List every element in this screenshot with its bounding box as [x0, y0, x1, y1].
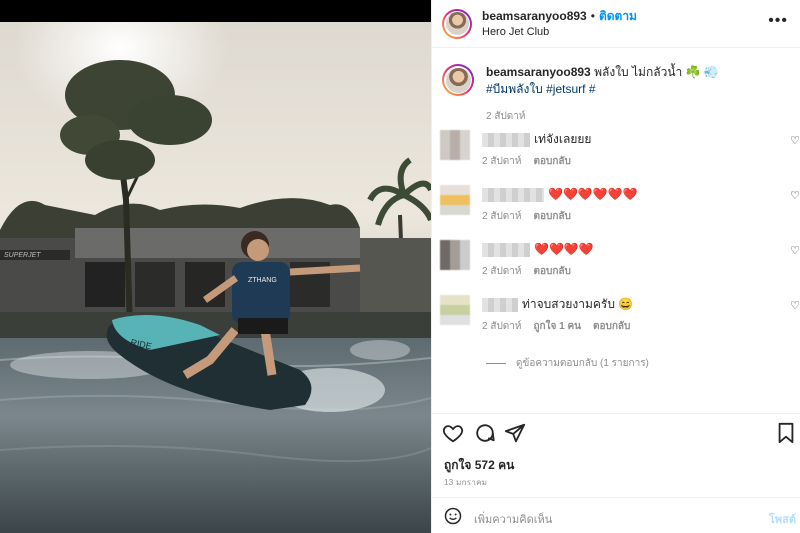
- author-avatar[interactable]: [442, 8, 472, 39]
- likes-count[interactable]: ถูกใจ 572 คน: [444, 456, 514, 475]
- comment-like-icon[interactable]: ♡: [790, 244, 800, 257]
- building-sign: SUPERJET: [4, 252, 41, 259]
- commenter-username[interactable]: [482, 297, 518, 312]
- share-icon[interactable]: [504, 422, 526, 447]
- comment-likes-count[interactable]: ถูกใจ 1 คน: [534, 321, 582, 332]
- caption-hashtags[interactable]: #บีมพลังใบ #jetsurf #: [486, 81, 719, 98]
- comment-text: ❤️❤️❤️❤️❤️❤️: [548, 187, 638, 201]
- comment-like-icon[interactable]: ♡: [790, 299, 800, 312]
- post-header: beamsaranyoo893 • ติดตาม Hero Jet Club •••: [432, 0, 800, 48]
- caption-time[interactable]: 2 สัปดาห์: [486, 111, 526, 122]
- comment-icon[interactable]: [474, 422, 496, 447]
- like-icon[interactable]: [442, 422, 464, 447]
- commenter-avatar[interactable]: [440, 295, 470, 325]
- commenter-username[interactable]: [482, 187, 544, 202]
- follow-button[interactable]: ติดตาม: [599, 9, 637, 23]
- reply-button[interactable]: ตอบกลับ: [534, 156, 571, 167]
- comment-time[interactable]: 2 สัปดาห์: [482, 156, 522, 167]
- post-date[interactable]: 13 มกราคม: [444, 476, 487, 489]
- jetsurf-photo: SUPERJET RIDE ZTHANG: [0, 0, 431, 533]
- separator-dot: •: [590, 8, 595, 23]
- comments-section[interactable]: beamsaranyoo893 พลังใบ ไม่กลัวน้ำ ☘️ 💨 #…: [432, 58, 800, 408]
- caption-username[interactable]: beamsaranyoo893: [486, 65, 591, 79]
- caption-avatar[interactable]: [442, 64, 474, 96]
- comment-item: ❤️❤️❤️❤️❤️❤️ 2 สัปดาห์ ตอบกลับ ♡: [440, 185, 800, 235]
- add-comment-bar: เพิ่มความคิดเห็น โพสต์: [432, 497, 800, 533]
- reply-button[interactable]: ตอบกลับ: [593, 321, 630, 332]
- post-details-panel: beamsaranyoo893 • ติดตาม Hero Jet Club •••…: [431, 0, 800, 533]
- comment-item: ❤️❤️❤️❤️ 2 สัปดาห์ ตอบกลับ ♡: [440, 240, 800, 290]
- reply-button[interactable]: ตอบกลับ: [534, 211, 571, 222]
- location-link[interactable]: Hero Jet Club: [482, 24, 637, 40]
- commenter-username[interactable]: [482, 132, 530, 147]
- replies-line: [486, 362, 506, 364]
- comment-item: เท่จังเลยยย 2 สัปดาห์ ตอบกลับ ♡: [440, 130, 800, 180]
- comment-like-icon[interactable]: ♡: [790, 134, 800, 147]
- comment-time[interactable]: 2 สัปดาห์: [482, 211, 522, 222]
- add-comment-input[interactable]: เพิ่มความคิดเห็น: [474, 510, 552, 528]
- comment-time[interactable]: 2 สัปดาห์: [482, 321, 522, 332]
- instagram-post-viewer: SUPERJET RIDE ZTHANG beamsaranyoo893 • ต…: [0, 0, 800, 533]
- emoji-icon[interactable]: [444, 507, 462, 528]
- comment-item: ท่าจบสวยงามครับ 😄 2 สัปดาห์ ถูกใจ 1 คน ตอบ…: [440, 295, 800, 345]
- commenter-avatar[interactable]: [440, 185, 470, 215]
- comment-text: ❤️❤️❤️❤️: [534, 242, 594, 256]
- view-replies-button[interactable]: ดูข้อความตอบกลับ (1 รายการ): [486, 356, 649, 371]
- more-options-icon[interactable]: •••: [768, 12, 788, 30]
- commenter-username[interactable]: [482, 242, 530, 257]
- caption-text: พลังใบ ไม่กลัวน้ำ ☘️ 💨: [594, 65, 719, 79]
- vest-text: ZTHANG: [248, 277, 277, 284]
- comment-time[interactable]: 2 สัปดาห์: [482, 266, 522, 277]
- reply-button[interactable]: ตอบกลับ: [534, 266, 571, 277]
- post-photo[interactable]: SUPERJET RIDE ZTHANG: [0, 0, 431, 533]
- post-comment-button[interactable]: โพสต์: [769, 510, 796, 528]
- save-bookmark-icon[interactable]: [776, 422, 796, 447]
- action-bar: ถูกใจ 572 คน 13 มกราคม: [432, 413, 800, 503]
- comment-like-icon[interactable]: ♡: [790, 189, 800, 202]
- comment-text: ท่าจบสวยงามครับ 😄: [522, 297, 634, 311]
- commenter-avatar[interactable]: [440, 240, 470, 270]
- author-username[interactable]: beamsaranyoo893: [482, 9, 587, 23]
- caption: beamsaranyoo893 พลังใบ ไม่กลัวน้ำ ☘️ 💨 #…: [432, 58, 800, 131]
- commenter-avatar[interactable]: [440, 130, 470, 160]
- comment-text: เท่จังเลยยย: [534, 132, 592, 146]
- view-replies-label: ดูข้อความตอบกลับ (1 รายการ): [516, 358, 649, 369]
